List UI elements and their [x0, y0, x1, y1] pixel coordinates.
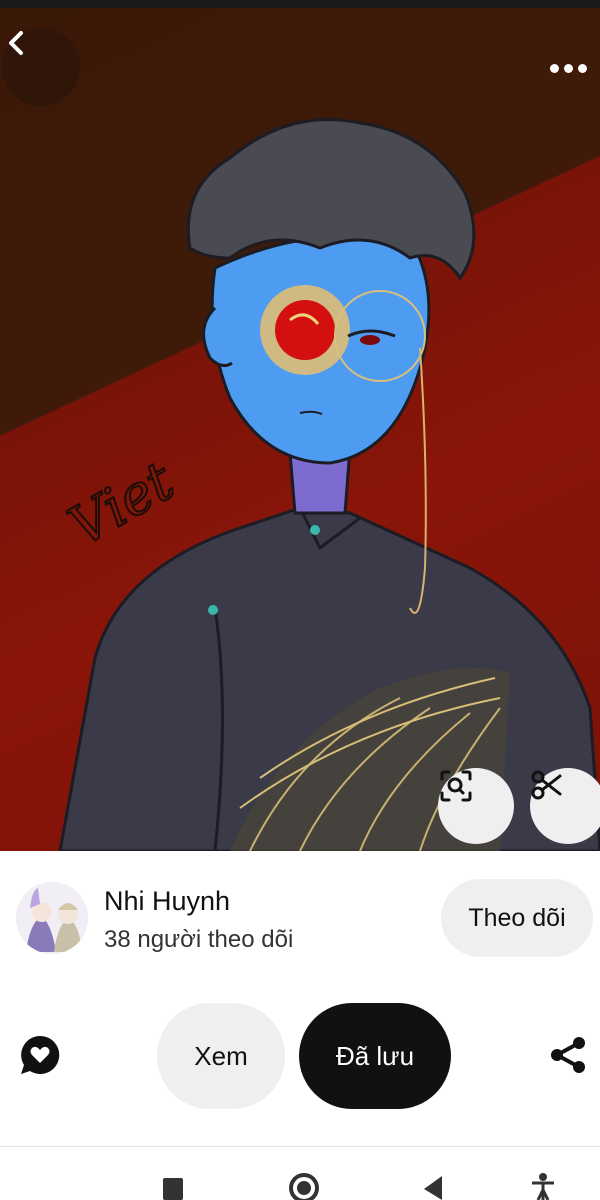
share-icon[interactable]	[548, 1035, 588, 1075]
action-row: Xem Đã lưu	[0, 1000, 600, 1110]
follower-count: 38 người theo dõi	[104, 926, 294, 953]
accessibility-icon[interactable]	[530, 1172, 556, 1200]
pin-illustration: Viet	[57, 118, 600, 851]
back-button[interactable]	[2, 28, 80, 106]
more-options-button[interactable]	[546, 48, 590, 88]
creator-avatar[interactable]	[16, 882, 88, 954]
status-bar	[0, 0, 600, 8]
comment-heart-icon[interactable]	[18, 1033, 62, 1077]
more-dot	[577, 63, 587, 73]
creator-name[interactable]: Nhi Huynh	[104, 886, 230, 917]
creator-row: Nhi Huynh 38 người theo dõi Theo dõi	[0, 852, 600, 982]
divider	[0, 1146, 600, 1147]
recents-square-icon[interactable]	[162, 1172, 184, 1200]
pin-image[interactable]: Viet	[0, 8, 600, 851]
home-circle-icon[interactable]	[288, 1172, 320, 1200]
back-triangle-icon[interactable]	[422, 1172, 444, 1200]
saved-button[interactable]: Đã lưu	[299, 1003, 451, 1109]
view-button[interactable]: Xem	[157, 1003, 285, 1109]
follow-button[interactable]: Theo dõi	[441, 879, 593, 957]
cut-out-button[interactable]	[530, 768, 600, 844]
more-dot	[563, 63, 573, 73]
more-dots-icon	[549, 63, 559, 73]
pin-signature: Viet	[58, 449, 184, 558]
visual-search-button[interactable]	[438, 768, 514, 844]
system-nav-bar	[0, 1160, 600, 1200]
